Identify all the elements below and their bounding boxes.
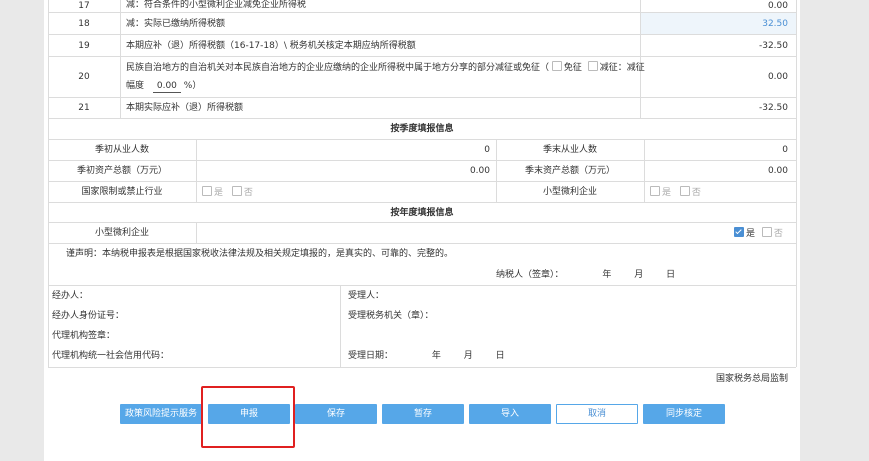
save-button[interactable]: 保存: [295, 404, 377, 424]
right-gutter: [800, 0, 869, 461]
row-20-line2: 幅度 0.00 %）: [126, 80, 201, 93]
no-label: 否: [243, 188, 253, 198]
row-label: 本期应补（退）所得税额（16-17-18）\ 税务机关核定本期应纳所得税额: [126, 41, 416, 51]
cancel-button[interactable]: 取消: [556, 404, 638, 424]
reduction-rate-input[interactable]: 0.00: [152, 80, 181, 93]
yes-label: 是: [746, 229, 756, 239]
row-label: 本期实际应补（退）所得税额: [126, 103, 244, 113]
policy-risk-button[interactable]: 政策风险提示服务: [120, 404, 202, 424]
receive-year: 年: [431, 351, 441, 361]
restricted-yes-checkbox[interactable]: [202, 186, 212, 196]
receive-day: 日: [495, 351, 505, 361]
restricted-industry-options: 是 否: [202, 186, 253, 199]
end-employees-value[interactable]: 0: [644, 144, 788, 156]
import-button[interactable]: 导入: [469, 404, 551, 424]
row-value: -32.50: [758, 41, 788, 51]
yes-label: 是: [214, 188, 224, 198]
row-number: 18: [78, 19, 90, 29]
quarterly-small-micro-yes-checkbox[interactable]: [650, 186, 660, 196]
sign-month: 月: [634, 270, 644, 280]
exempt-label: 免征: [563, 63, 582, 73]
exempt-checkbox[interactable]: [551, 61, 562, 71]
annual-small-micro-yes-checkbox[interactable]: [734, 227, 744, 237]
start-employees-value[interactable]: 0: [196, 144, 490, 156]
yes-label: 是: [662, 188, 672, 198]
row-value: 0.00: [767, 72, 788, 82]
row-20-line1: 民族自治地方的自治机关对本民族自治地方的企业应缴纳的企业所得税中属于地方分享的部…: [126, 61, 645, 74]
rate-suffix: %）: [183, 81, 202, 91]
end-assets-label: 季末资产总额（万元）: [524, 166, 615, 176]
receiving-office-label: 受理税务机关（章）：: [348, 311, 434, 321]
submit-highlight-box: [201, 386, 295, 448]
no-label: 否: [691, 188, 701, 198]
annual-small-micro-options: 是 否: [734, 227, 783, 240]
row-number: 19: [78, 41, 90, 51]
row-number: 21: [78, 103, 90, 113]
receive-date-label: 受理日期：: [348, 351, 394, 361]
no-label: 否: [773, 229, 783, 239]
quarterly-section-header: 按季度填报信息: [390, 124, 454, 134]
start-assets-label: 季初资产总额（万元）: [76, 166, 167, 176]
tax-form-sheet: 17 减：符合条件的小型微利企业减免企业所得税 0.00 18 减：实际已缴纳所…: [44, 0, 800, 461]
rate-label: 幅度: [126, 81, 145, 91]
receive-month: 月: [463, 351, 473, 361]
row-value[interactable]: 0.00: [644, 0, 788, 12]
row-number: 17: [78, 1, 90, 11]
taxpayer-signature-label: 纳税人（签章）：: [496, 270, 564, 280]
start-employees-label: 季初从业人数: [94, 145, 149, 155]
row-value: -32.50: [758, 103, 788, 113]
annual-section-header: 按年度填报信息: [390, 208, 454, 218]
row-label: 民族自治地方的自治机关对本民族自治地方的企业应缴纳的企业所得税中属于地方分享的部…: [126, 63, 550, 73]
annual-small-micro-label: 小型微利企业: [94, 228, 149, 238]
handler-label: 经办人：: [52, 291, 89, 301]
end-employees-label: 季末从业人数: [542, 145, 597, 155]
reduce-checkbox[interactable]: [587, 61, 598, 71]
quarterly-small-micro-options: 是 否: [650, 186, 701, 199]
agency-seal-label: 代理机构签章：: [52, 331, 116, 341]
row-number: 20: [78, 72, 90, 82]
temp-save-button[interactable]: 暂存: [382, 404, 464, 424]
start-assets-value[interactable]: 0.00: [196, 165, 490, 177]
sign-year: 年: [602, 270, 612, 280]
quarterly-small-micro-no-checkbox[interactable]: [679, 186, 690, 196]
taxpayer-signature: 纳税人（签章）： 年 月 日: [496, 269, 675, 281]
agency-credit-code-label: 代理机构统一社会信用代码：: [52, 351, 170, 361]
footer-note: 国家税务总局监制: [715, 374, 788, 384]
restricted-no-checkbox[interactable]: [231, 186, 242, 196]
left-gutter: [0, 0, 44, 461]
reduce-label: 减征：减征: [599, 63, 645, 73]
restricted-industry-label: 国家限制或禁止行业: [81, 187, 163, 197]
handler-id-label: 经办人身份证号：: [52, 311, 125, 321]
declaration-text: 谨声明：本纳税申报表是根据国家税收法律法规及相关规定填报的，是真实的、可靠的、完…: [66, 249, 454, 259]
row-label: 减：符合条件的小型微利企业减免企业所得税: [126, 0, 307, 10]
receive-date: 受理日期： 年 月 日: [348, 350, 505, 362]
row-label: 减：实际已缴纳所得税额: [126, 19, 226, 29]
sign-day: 日: [666, 270, 676, 280]
end-assets-value[interactable]: 0.00: [644, 165, 788, 177]
row-value-input[interactable]: 32.50: [644, 18, 788, 30]
quarterly-small-micro-label: 小型微利企业: [542, 187, 597, 197]
receiver-label: 受理人：: [348, 291, 385, 301]
annual-small-micro-no-checkbox[interactable]: [761, 227, 772, 237]
sync-verify-button[interactable]: 同步核定: [643, 404, 725, 424]
